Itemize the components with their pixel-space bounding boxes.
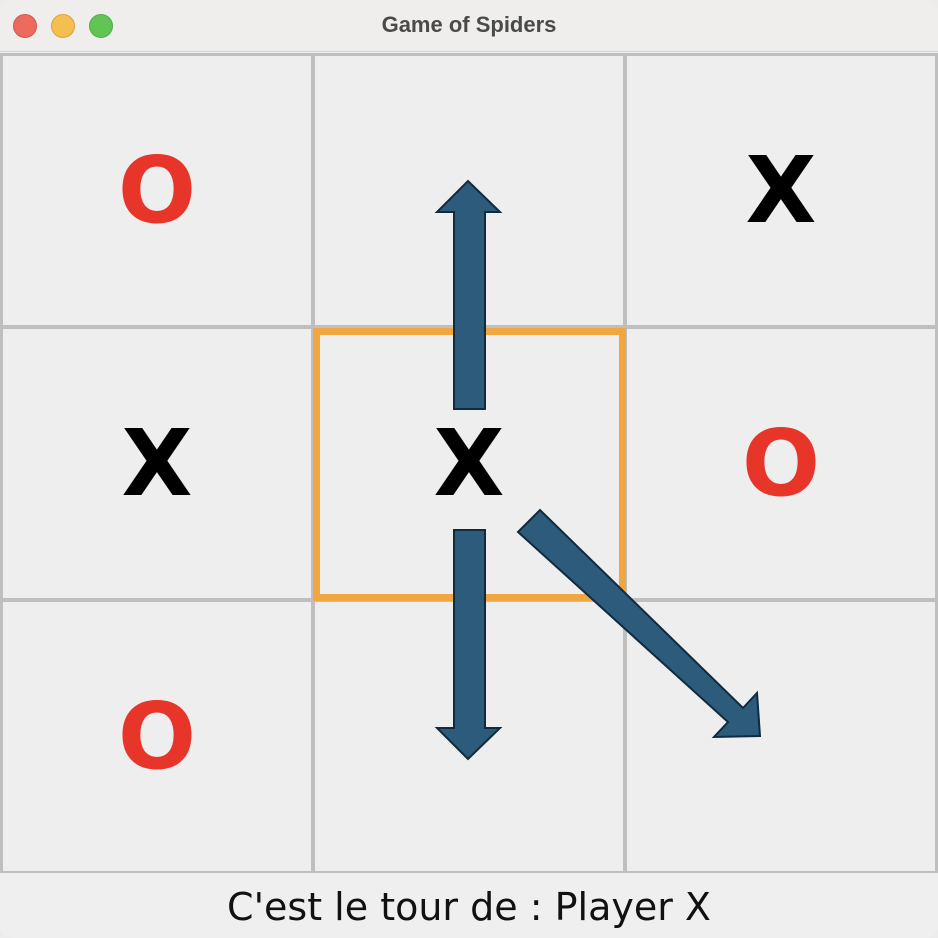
board-cell-r0c0[interactable]: O	[3, 56, 311, 325]
cell-mark: O	[117, 136, 197, 244]
board-cell-r1c1[interactable]: X	[315, 329, 623, 598]
window-title: Game of Spiders	[381, 12, 557, 37]
board-cell-r2c2[interactable]	[627, 602, 935, 871]
cell-mark: X	[121, 409, 193, 517]
cell-mark: O	[117, 682, 197, 790]
board-cell-r0c1[interactable]	[315, 56, 623, 325]
game-board: O X X X O O	[0, 53, 938, 873]
board-cell-r2c1[interactable]	[315, 602, 623, 871]
board-cell-r0c2[interactable]: X	[627, 56, 935, 325]
cell-mark: X	[433, 409, 505, 517]
board-cell-r1c2[interactable]: O	[627, 329, 935, 598]
turn-status: C'est le tour de : Player X	[227, 885, 711, 929]
cell-mark: X	[745, 136, 817, 244]
board-cell-r2c0[interactable]: O	[3, 602, 311, 871]
game-window: Game of Spiders O X X X O O C'est le tou…	[0, 0, 938, 938]
cell-mark: O	[741, 409, 821, 517]
title-bar: Game of Spiders	[0, 0, 938, 52]
board-cell-r1c0[interactable]: X	[3, 329, 311, 598]
